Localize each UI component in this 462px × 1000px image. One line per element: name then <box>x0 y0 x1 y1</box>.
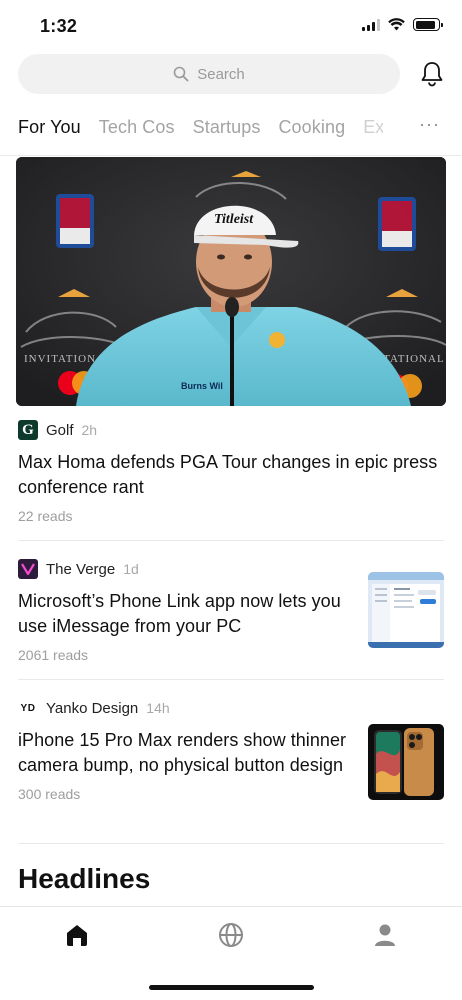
search-placeholder: Search <box>197 65 245 83</box>
status-bar: 1:32 <box>0 0 462 52</box>
source-name[interactable]: The Verge <box>46 561 115 578</box>
iphone-render-image <box>368 724 444 800</box>
phone-link-screenshot <box>368 572 444 648</box>
article-time: 2h <box>81 422 98 438</box>
article-headline[interactable]: Max Homa defends PGA Tour changes in epi… <box>18 450 444 500</box>
source-name[interactable]: Yanko Design <box>46 700 138 717</box>
more-tabs-button[interactable]: ··· <box>419 114 440 135</box>
article-divider <box>18 843 444 844</box>
nav-explore-button[interactable] <box>217 921 245 949</box>
article-card[interactable]: G Golf 2h Max Homa defends PGA Tour chan… <box>18 420 444 524</box>
source-row: YD Yanko Design 14h <box>18 698 444 718</box>
bottom-nav <box>0 906 462 1000</box>
article-time: 1d <box>123 561 139 577</box>
article-divider <box>18 679 444 680</box>
source-logo-golf: G <box>18 420 38 440</box>
source-logo-yanko: YD <box>18 698 38 718</box>
home-icon <box>67 925 87 946</box>
battery-icon <box>413 18 443 31</box>
source-name[interactable]: Golf <box>46 422 74 439</box>
tabs-divider <box>0 155 462 156</box>
bell-icon <box>421 62 443 87</box>
section-title-headlines: Headlines <box>18 863 151 894</box>
home-indicator <box>149 985 314 990</box>
article-time: 14h <box>146 700 170 716</box>
nav-profile-button[interactable] <box>371 921 399 949</box>
search-icon <box>173 66 189 82</box>
svg-text:Burns Wil: Burns Wil <box>181 381 223 391</box>
cellular-signal-icon <box>362 18 380 31</box>
tab-partial[interactable]: Ex <box>363 117 383 138</box>
article-card[interactable]: YD Yanko Design 14h iPhone 15 Pro Max re… <box>18 698 444 802</box>
article-card[interactable]: The Verge 1d Microsoft’s Phone Link app … <box>18 559 444 663</box>
article-headline[interactable]: Microsoft’s Phone Link app now lets you … <box>18 589 348 639</box>
read-count: 22 reads <box>18 508 73 524</box>
hero-image[interactable]: INVITATIONAL INVITATIONAL Titleist Burns… <box>16 157 446 406</box>
hero-photo: INVITATIONAL INVITATIONAL Titleist Burns… <box>16 157 446 406</box>
search-row: Search <box>18 54 446 94</box>
status-time: 1:32 <box>40 16 78 36</box>
article-thumbnail[interactable] <box>368 724 444 800</box>
notifications-button[interactable] <box>418 60 446 88</box>
source-row: G Golf 2h <box>18 420 444 440</box>
status-icons <box>362 18 443 31</box>
article-divider <box>18 540 444 541</box>
globe-icon <box>219 923 243 947</box>
svg-text:Titleist: Titleist <box>214 212 254 227</box>
category-tabs: For You Tech Cos Startups Cooking Ex ··· <box>18 112 448 142</box>
wifi-icon <box>388 18 405 31</box>
tab-startups[interactable]: Startups <box>193 117 261 138</box>
read-count: 2061 reads <box>18 647 89 663</box>
nav-home-button[interactable] <box>63 921 91 949</box>
search-input[interactable]: Search <box>18 54 400 94</box>
article-thumbnail[interactable] <box>368 572 444 648</box>
tab-tech-cos[interactable]: Tech Cos <box>99 117 175 138</box>
article-headline[interactable]: iPhone 15 Pro Max renders show thinner c… <box>18 728 348 778</box>
tab-for-you[interactable]: For You <box>18 117 81 138</box>
pga-logo-left <box>56 194 94 248</box>
tab-cooking[interactable]: Cooking <box>278 117 345 138</box>
verge-logo-icon <box>18 559 38 579</box>
profile-icon <box>375 924 395 946</box>
pga-logo-right <box>378 197 416 251</box>
